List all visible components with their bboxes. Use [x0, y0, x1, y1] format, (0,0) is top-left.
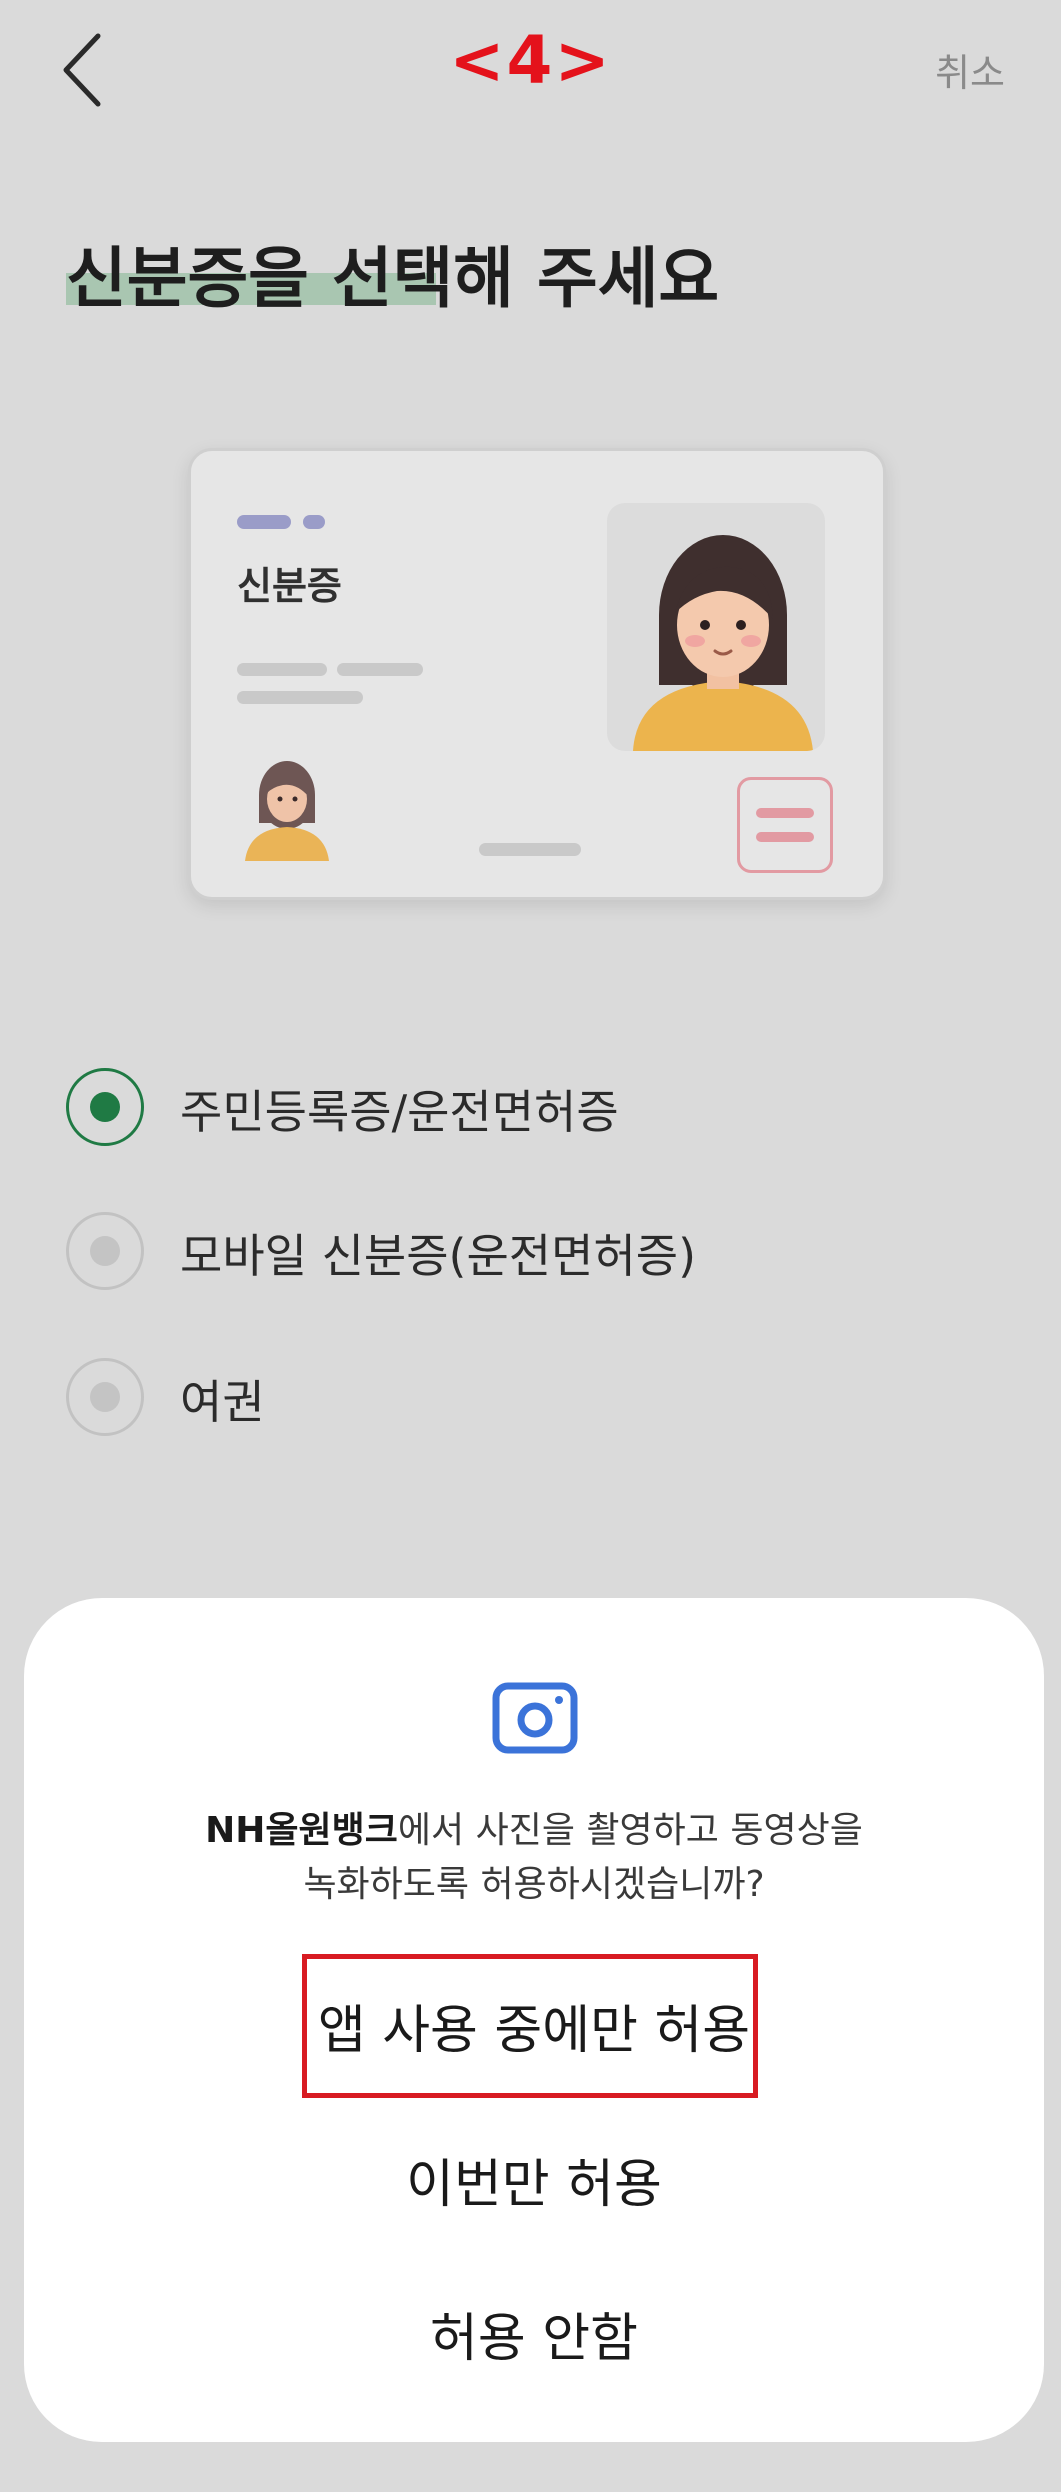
card-line [237, 691, 363, 704]
person-portrait-icon [633, 535, 813, 751]
id-card-illustration: 신분증 [188, 448, 886, 900]
camera-permission-dialog: NH올원뱅크에서 사진을 촬영하고 동영상을 녹화하도록 허용하시겠습니까? 앱… [24, 1598, 1044, 2442]
option-label: 모바일 신분증(운전면허증) [180, 1229, 697, 1283]
stamp-icon [737, 777, 833, 873]
card-label: 신분증 [237, 564, 342, 608]
card-line [237, 663, 327, 676]
allow-while-using-button[interactable]: 앱 사용 중에만 허용 [24, 1988, 1044, 2063]
option-label: 여권 [180, 1375, 265, 1429]
cancel-button[interactable]: 취소 [935, 42, 1005, 97]
option-passport[interactable]: 여권 [66, 1358, 326, 1442]
radio-button-selected[interactable] [66, 1068, 144, 1146]
option-label: 주민등록증/운전면허증 [180, 1085, 619, 1139]
option-resident-driver-license[interactable]: 주민등록증/운전면허증 [66, 1068, 686, 1152]
card-decoration [303, 515, 325, 529]
portrait-photo [607, 503, 825, 751]
page-title: 신분증을 선택해 주세요 [66, 240, 720, 317]
step-label: <4> [449, 22, 612, 99]
screen: <4> 취소 신분증을 선택해 주세요 신분증 주민등록증/운전면허증 모바일 … [0, 0, 1061, 2492]
permission-message: NH올원뱅크에서 사진을 촬영하고 동영상을 녹화하도록 허용하시겠습니까? [24, 1804, 1044, 1912]
deny-button[interactable]: 허용 안함 [24, 2296, 1044, 2371]
option-mobile-id[interactable]: 모바일 신분증(운전면허증) [66, 1212, 766, 1296]
mini-portrait-icon [243, 751, 331, 861]
radio-button[interactable] [66, 1212, 144, 1290]
message-text-line2: 녹화하도록 허용하시겠습니까? [303, 1864, 765, 1905]
title-area: 신분증을 선택해 주세요 [66, 225, 719, 321]
message-text: 에서 사진을 촬영하고 동영상을 [397, 1810, 863, 1851]
radio-button[interactable] [66, 1358, 144, 1436]
allow-once-button[interactable]: 이번만 허용 [24, 2142, 1044, 2217]
card-decoration [237, 515, 291, 529]
camera-icon [492, 1682, 578, 1754]
card-line [337, 663, 423, 676]
app-name: NH올원뱅크 [205, 1810, 398, 1851]
card-line [479, 843, 581, 856]
